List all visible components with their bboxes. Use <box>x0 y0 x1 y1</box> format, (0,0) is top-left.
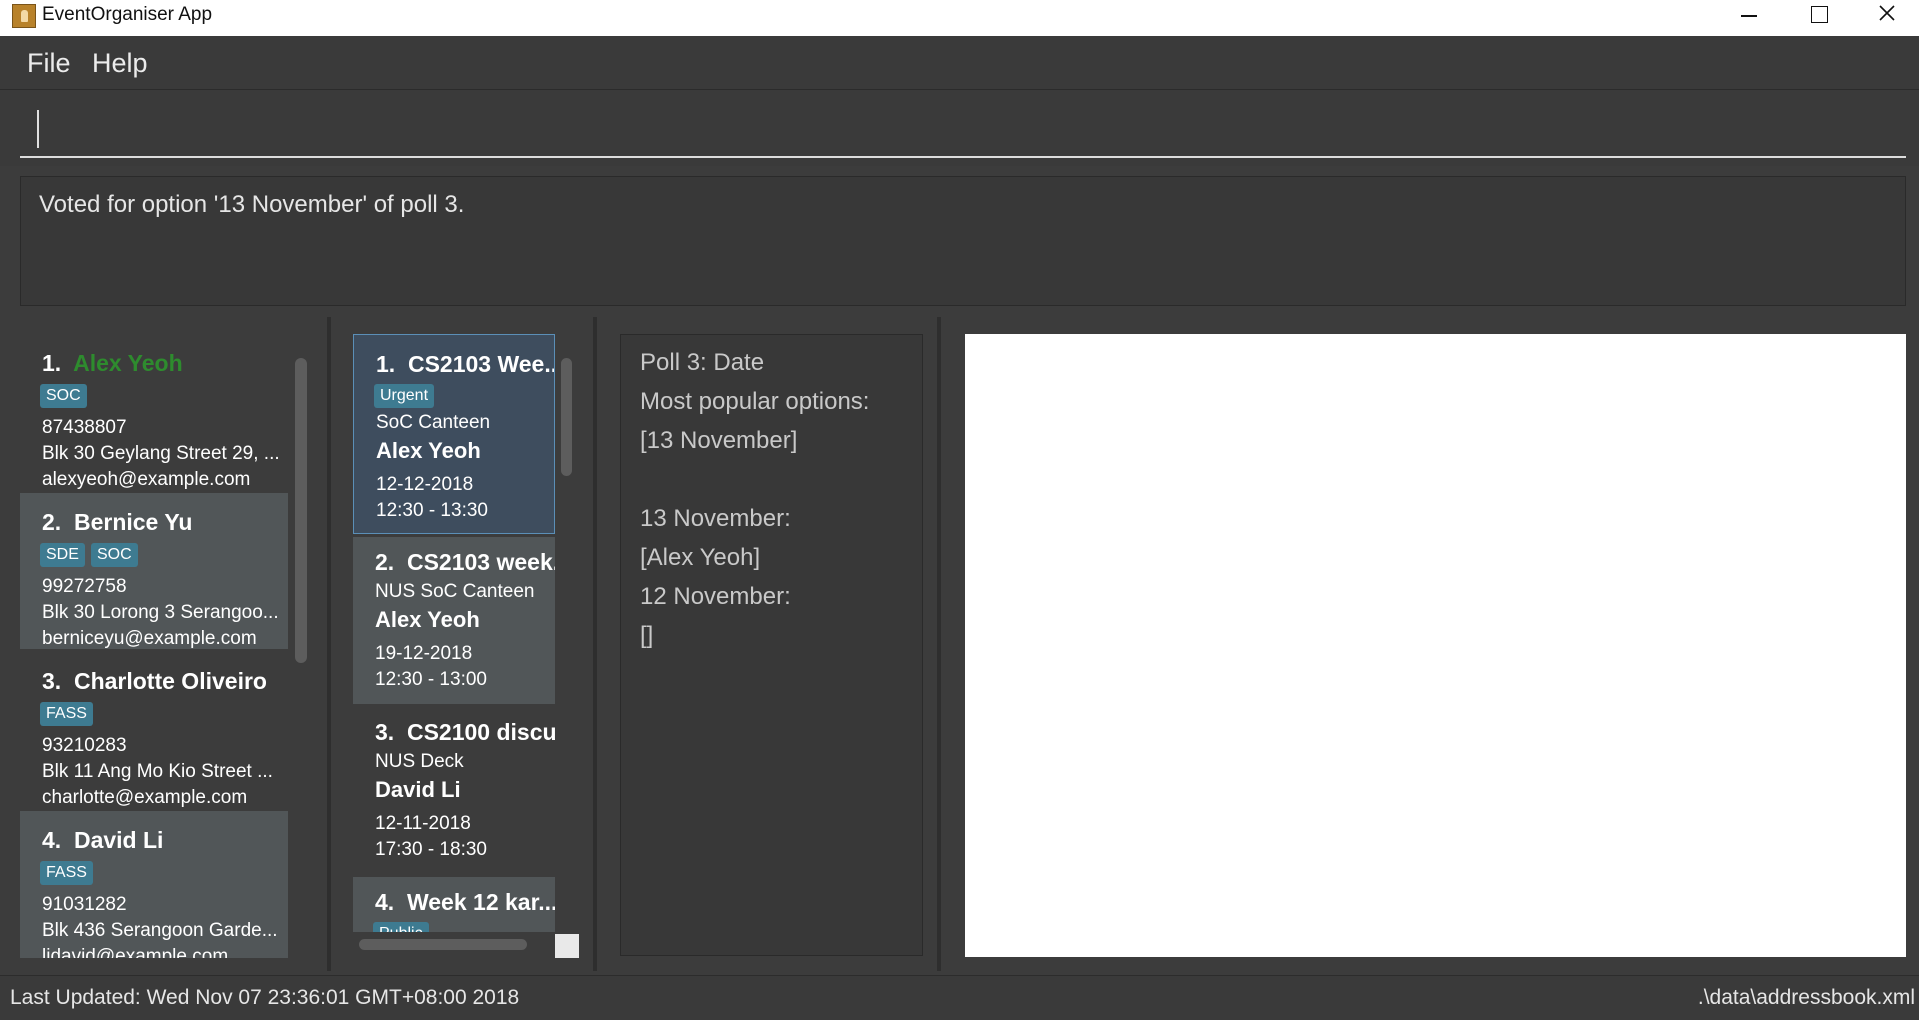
last-updated-status: Last Updated: Wed Nov 07 23:36:01 GMT+08… <box>10 986 520 1009</box>
event-card[interactable]: 1. CS2103 Wee... Urgent SoC Canteen Alex… <box>353 334 555 534</box>
close-icon[interactable] <box>1852 0 1919 32</box>
person-index: 2. <box>42 509 62 535</box>
event-name: Week 12 kar... <box>406 889 555 915</box>
minimize-icon[interactable] <box>1714 0 1782 32</box>
event-list-hscrollbar[interactable] <box>353 934 557 954</box>
tag-badge: SOC <box>40 384 87 408</box>
event-date: 19-12-2018 <box>375 643 473 664</box>
person-index: 3. <box>42 668 62 694</box>
event-location: SoC Canteen <box>376 412 491 433</box>
event-card[interactable]: 2. CS2103 week... NUS SoC Canteen Alex Y… <box>353 537 555 704</box>
person-list-scrollbar[interactable] <box>292 334 310 958</box>
tag-badge: FASS <box>40 702 93 726</box>
person-card[interactable]: 1. Alex Yeoh SOC 87438807 Blk 30 Geylang… <box>20 334 288 490</box>
event-location: NUS SoC Canteen <box>375 581 535 602</box>
event-index: 2. <box>375 549 395 575</box>
person-address: Blk 11 Ang Mo Kio Street ... <box>42 761 273 782</box>
scrollbar-thumb[interactable] <box>295 358 307 663</box>
result-text: Voted for option '13 November' of poll 3… <box>39 191 465 218</box>
person-list-panel: 1. Alex Yeoh SOC 87438807 Blk 30 Geylang… <box>0 317 327 971</box>
event-name: CS2103 Wee... <box>407 351 555 377</box>
event-list-vscrollbar[interactable] <box>558 334 575 932</box>
status-bar: Last Updated: Wed Nov 07 23:36:01 GMT+08… <box>0 975 1919 1020</box>
person-name: Bernice Yu <box>73 509 193 535</box>
person-name: David Li <box>73 827 164 853</box>
app-icon <box>12 4 36 28</box>
event-time: 17:30 - 18:30 <box>375 839 487 860</box>
tag-badge: Urgent <box>374 384 435 408</box>
menu-help[interactable]: Help <box>92 48 148 79</box>
poll-line: [Alex Yeoh] <box>640 544 761 571</box>
poll-display: Poll 3: Date Most popular options: [13 N… <box>620 334 923 956</box>
window-title: EventOrganiser App <box>42 4 213 25</box>
person-card[interactable]: 3. Charlotte Oliveiro FASS 93210283 Blk … <box>20 652 288 808</box>
event-time: 12:30 - 13:00 <box>375 669 487 690</box>
command-input[interactable] <box>20 102 1906 158</box>
person-card[interactable]: 2. Bernice Yu SDE SOC 99272758 Blk 30 Lo… <box>20 493 288 649</box>
tag-badge: FASS <box>40 861 93 885</box>
person-name: Alex Yeoh <box>73 350 183 376</box>
poll-line: 12 November: <box>640 583 791 610</box>
tag-badge: SDE <box>40 543 85 567</box>
poll-line: [] <box>640 622 654 649</box>
event-organiser: David Li <box>375 777 461 802</box>
event-index: 3. <box>375 719 395 745</box>
panel-divider[interactable] <box>937 317 941 971</box>
maximize-icon[interactable] <box>1783 0 1851 32</box>
person-index: 4. <box>42 827 62 853</box>
text-caret <box>37 110 39 148</box>
event-date: 12-11-2018 <box>375 813 471 834</box>
person-phone: 93210283 <box>42 735 127 756</box>
result-display: Voted for option '13 November' of poll 3… <box>20 176 1906 306</box>
person-phone: 91031282 <box>42 894 127 915</box>
person-email: lidavid@example.com <box>42 946 229 958</box>
poll-line: Most popular options: <box>640 388 870 415</box>
event-name: CS2100 discu... <box>406 719 555 745</box>
person-address: Blk 30 Lorong 3 Serangoo... <box>42 602 279 623</box>
tag-badge: Public <box>373 922 429 932</box>
command-box <box>0 90 1919 166</box>
person-email: alexyeoh@example.com <box>42 469 251 490</box>
event-index: 4. <box>375 889 395 915</box>
tag-badge: SOC <box>91 543 138 567</box>
person-address: Blk 30 Geylang Street 29, ... <box>42 443 280 464</box>
scrollbar-corner <box>555 934 579 958</box>
person-email: charlotte@example.com <box>42 787 248 808</box>
poll-title: Poll 3: Date <box>640 349 765 376</box>
menu-file[interactable]: File <box>27 48 71 79</box>
event-time: 12:30 - 13:30 <box>376 500 488 521</box>
menu-bar: File Help <box>0 36 1919 90</box>
event-list-panel: 1. CS2103 Wee... Urgent SoC Canteen Alex… <box>331 317 593 971</box>
person-phone: 87438807 <box>42 417 127 438</box>
title-bar: EventOrganiser App <box>0 0 1919 36</box>
person-name: Charlotte Oliveiro <box>73 668 267 694</box>
scrollbar-thumb[interactable] <box>561 358 572 476</box>
event-index: 1. <box>376 351 396 377</box>
person-email: berniceyu@example.com <box>42 628 257 649</box>
event-name: CS2103 week... <box>406 549 555 575</box>
browser-panel[interactable] <box>965 334 1906 957</box>
person-card[interactable]: 4. David Li FASS 91031282 Blk 436 Serang… <box>20 811 288 958</box>
scrollbar-thumb[interactable] <box>359 939 527 950</box>
event-card[interactable]: 4. Week 12 kar... Public <box>353 877 555 932</box>
event-location: NUS Deck <box>375 751 464 772</box>
event-card[interactable]: 3. CS2100 discu... NUS Deck David Li 12-… <box>353 707 555 874</box>
poll-line: 13 November: <box>640 505 791 532</box>
save-location-status: .\data\addressbook.xml <box>1697 986 1915 1009</box>
panel-divider[interactable] <box>593 317 597 971</box>
poll-line: [13 November] <box>640 427 798 454</box>
event-organiser: Alex Yeoh <box>375 607 480 632</box>
person-index: 1. <box>42 350 62 376</box>
event-organiser: Alex Yeoh <box>376 438 481 463</box>
event-date: 12-12-2018 <box>376 474 474 495</box>
person-phone: 99272758 <box>42 576 127 597</box>
person-address: Blk 436 Serangoon Garde... <box>42 920 278 941</box>
